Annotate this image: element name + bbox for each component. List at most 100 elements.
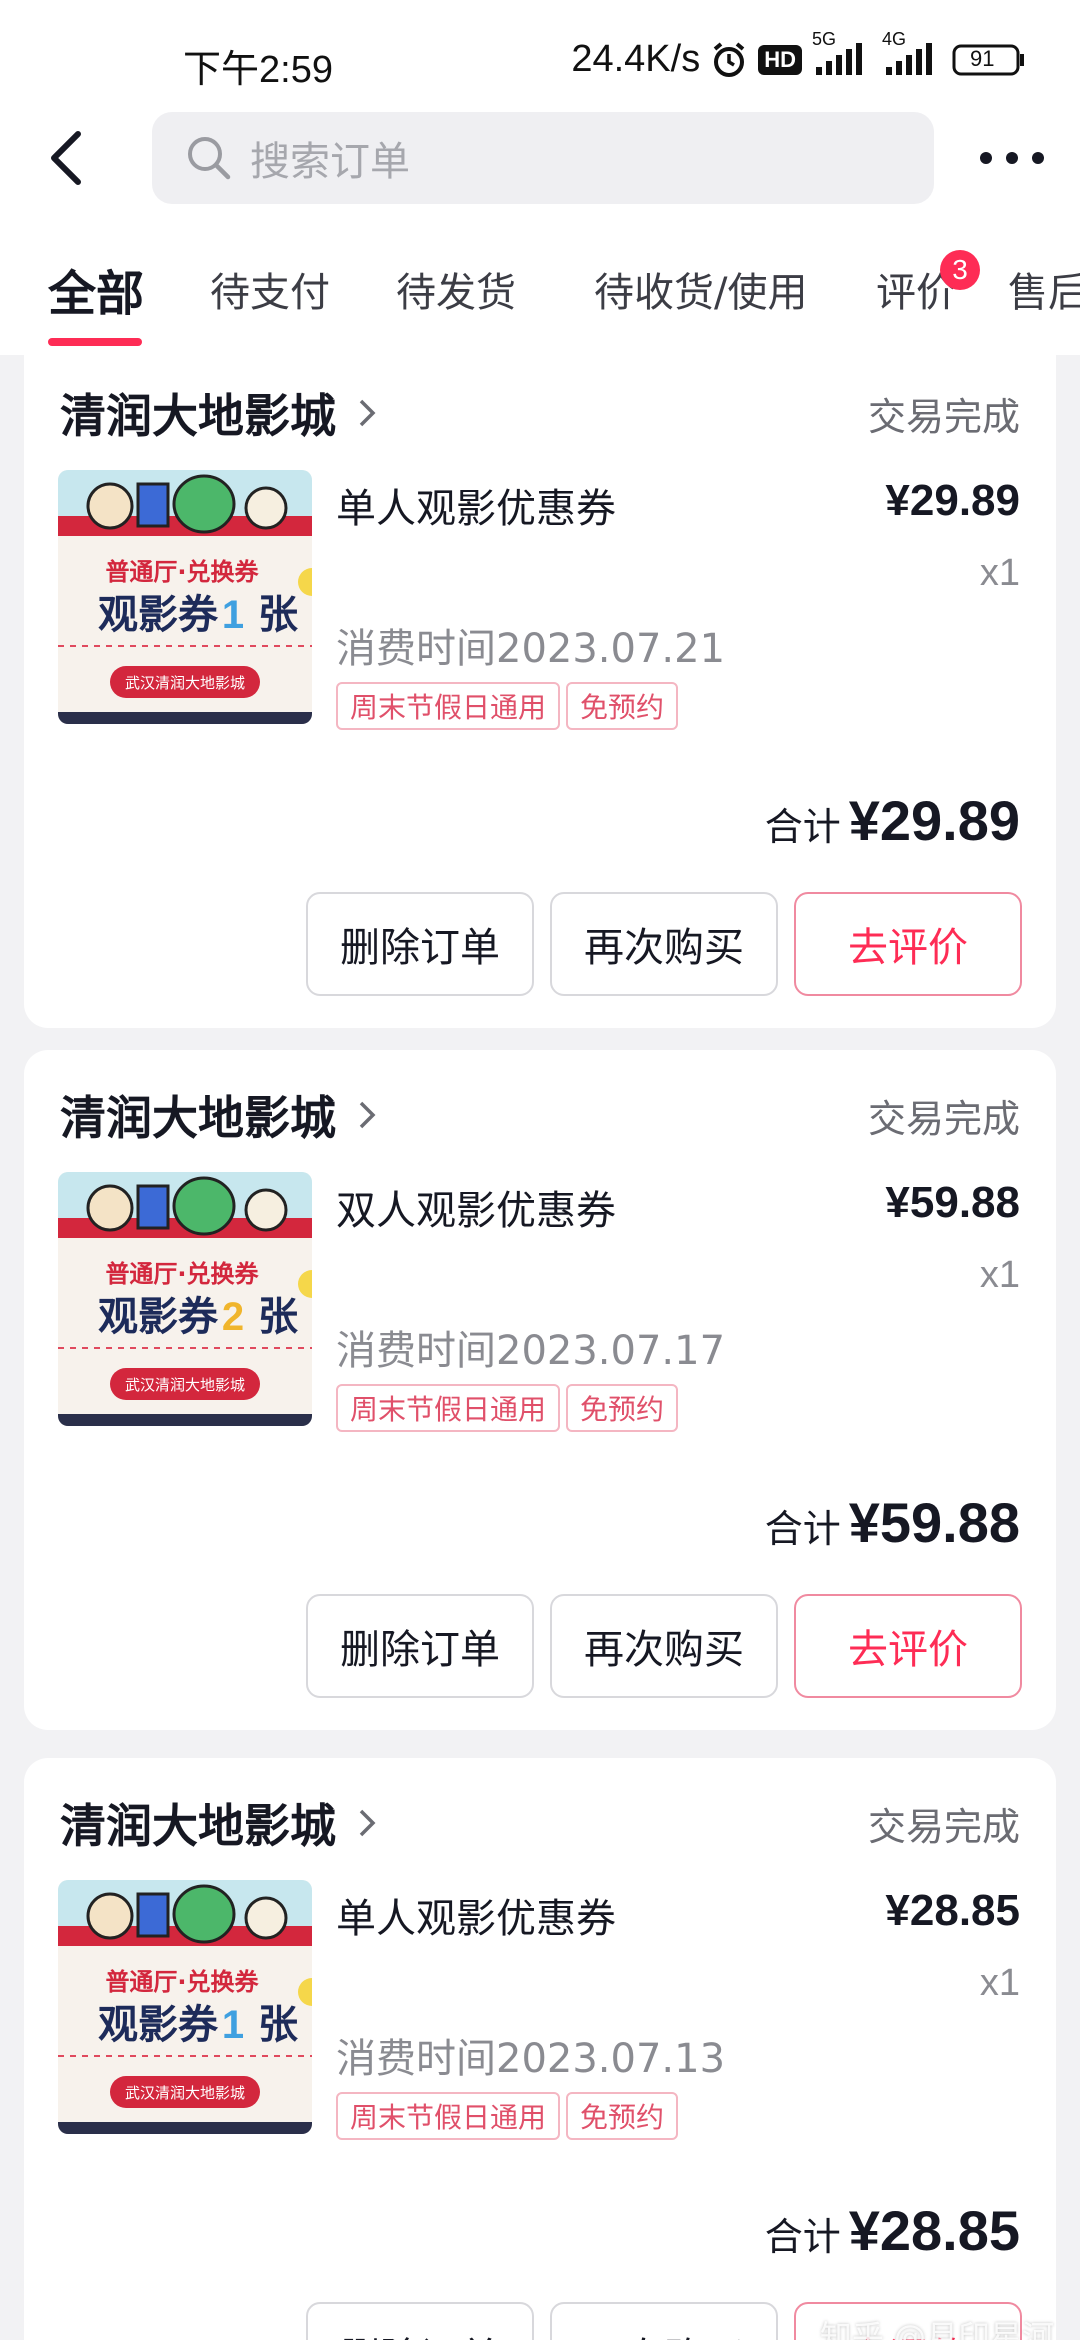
thumb-cinema: 武汉清润大地影城 xyxy=(125,2084,245,2102)
consume-time: 消费时间2023.07.21 xyxy=(336,626,726,672)
tab-pending-payment[interactable]: 待支付 xyxy=(210,260,330,318)
total-value: ¥29.89 xyxy=(848,789,1020,852)
order-actions: 删除订单 再次购买 去评价 xyxy=(306,1594,1022,1698)
buy-again-button[interactable]: 再次购买 xyxy=(550,892,778,996)
order-status: 交易完成 xyxy=(867,1805,1020,1849)
unit-price: ¥29.89 xyxy=(885,476,1020,525)
network-speed: 24.4K/s xyxy=(571,38,701,80)
thumb-line1: 普通厅·兑换券 xyxy=(105,1260,259,1288)
thumb-line2: 观影券 xyxy=(98,1294,219,1340)
order-card[interactable]: 清润大地影城 交易完成 普通厅·兑换券 观影券 1 张 武汉清润大地影城 单人观… xyxy=(24,1758,1056,2340)
total-label: 合计 xyxy=(764,805,841,849)
order-tabs: 全部 待支付 待发货 待收货/使用 评价 3 售后 xyxy=(0,250,1080,350)
total-label: 合计 xyxy=(764,1507,841,1551)
more-options-button[interactable] xyxy=(980,140,1044,176)
thumb-num: 1 xyxy=(222,2003,244,2047)
status-time: 下午2:59 xyxy=(183,49,333,91)
thumb-cinema: 武汉清润大地影城 xyxy=(125,1376,245,1394)
shop-name: 清润大地影城 xyxy=(60,1091,336,1145)
tag-no-reservation: 免预约 xyxy=(566,1384,679,1432)
product-tags: 周末节假日通用 免预约 xyxy=(336,2092,679,2140)
alarm-icon xyxy=(710,41,748,79)
more-dot-icon xyxy=(980,152,992,164)
unit-price: ¥59.88 xyxy=(885,1178,1020,1227)
product-name[interactable]: 单人观影优惠券 xyxy=(336,1886,616,1944)
shop-name: 清润大地影城 xyxy=(60,389,336,443)
buy-again-button[interactable]: 再次购买 xyxy=(550,2302,778,2340)
total-value: ¥28.85 xyxy=(848,2199,1020,2262)
shop-name: 清润大地影城 xyxy=(60,1799,336,1853)
total-label: 合计 xyxy=(764,2215,841,2259)
product-thumbnail[interactable]: 普通厅·兑换券 观影券 2 张 武汉清润大地影城 xyxy=(58,1172,312,1426)
chevron-right-icon xyxy=(359,1101,376,1129)
battery-icon: 91 xyxy=(952,44,1026,76)
signal-4g-label: 4G xyxy=(882,28,907,49)
review-button[interactable]: 去评价 xyxy=(794,1594,1022,1698)
thumb-unit: 张 xyxy=(258,2002,298,2048)
signal-4g-icon: 4G xyxy=(882,29,942,77)
product-tags: 周末节假日通用 免预约 xyxy=(336,1384,679,1432)
thumb-unit: 张 xyxy=(258,1294,298,1340)
order-total: 合计 ¥29.89 xyxy=(765,788,1020,853)
thumb-line2: 观影券 xyxy=(98,592,219,638)
consume-time: 消费时间2023.07.13 xyxy=(336,2036,726,2082)
delete-order-button[interactable]: 删除订单 xyxy=(306,1594,534,1698)
tab-pending-receipt[interactable]: 待收货/使用 xyxy=(594,260,807,318)
shop-link[interactable]: 清润大地影城 xyxy=(60,380,384,446)
active-tab-indicator xyxy=(48,338,142,346)
total-value: ¥59.88 xyxy=(848,1491,1020,1554)
review-button[interactable]: 去评价 xyxy=(794,892,1022,996)
order-card[interactable]: 清润大地影城 交易完成 普通厅·兑换券 观影券 2 张 武汉清润大地影城 双人观… xyxy=(24,1050,1056,1730)
delete-order-button[interactable]: 删除订单 xyxy=(306,892,534,996)
thumb-line1: 普通厅·兑换券 xyxy=(105,558,259,586)
status-bar: 下午2:59 24.4K/s HD 5G 4G 91 xyxy=(0,29,1080,91)
product-name[interactable]: 双人观影优惠券 xyxy=(336,1178,616,1236)
thumb-num: 2 xyxy=(222,1295,244,1339)
tag-holiday: 周末节假日通用 xyxy=(336,2092,561,2140)
hd-icon: HD xyxy=(758,44,802,75)
status-icons: 24.4K/s HD 5G 4G 91 xyxy=(571,29,1026,81)
search-placeholder: 搜索订单 xyxy=(250,139,410,185)
order-status: 交易完成 xyxy=(867,1097,1020,1141)
thumb-unit: 张 xyxy=(258,592,298,638)
signal-5g-label: 5G xyxy=(812,28,837,49)
chevron-right-icon xyxy=(359,1809,376,1837)
order-card[interactable]: 清润大地影城 交易完成 普通厅·兑换券 观影券 1 张 武汉清润大地影城 单人观… xyxy=(24,348,1056,1028)
tag-no-reservation: 免预约 xyxy=(566,682,679,730)
order-status: 交易完成 xyxy=(867,395,1020,439)
unit-price: ¥28.85 xyxy=(885,1886,1020,1935)
tag-holiday: 周末节假日通用 xyxy=(336,1384,561,1432)
watermark: 知乎 @月印星河 xyxy=(819,2318,1054,2340)
nav-row: 搜索订单 xyxy=(0,110,1080,205)
thumb-line2: 观影券 xyxy=(98,2002,219,2048)
order-total: 合计 ¥28.85 xyxy=(765,2198,1020,2263)
order-actions: 删除订单 再次购买 去评价 xyxy=(306,892,1022,996)
search-icon xyxy=(188,137,231,180)
product-tags: 周末节假日通用 免预约 xyxy=(336,682,679,730)
delete-order-button[interactable]: 删除订单 xyxy=(306,2302,534,2340)
signal-5g-icon: 5G xyxy=(812,29,872,77)
buy-again-button[interactable]: 再次购买 xyxy=(550,1594,778,1698)
shop-link[interactable]: 清润大地影城 xyxy=(60,1082,384,1148)
top-bar: 下午2:59 24.4K/s HD 5G 4G 91 搜索订单 全部 待支付 待… xyxy=(0,0,1080,355)
tag-holiday: 周末节假日通用 xyxy=(336,682,561,730)
tag-no-reservation: 免预约 xyxy=(566,2092,679,2140)
product-name[interactable]: 单人观影优惠券 xyxy=(336,476,616,534)
thumb-line1: 普通厅·兑换券 xyxy=(105,1968,259,1996)
product-thumbnail[interactable]: 普通厅·兑换券 观影券 1 张 武汉清润大地影城 xyxy=(58,470,312,724)
order-total: 合计 ¥59.88 xyxy=(765,1490,1020,1555)
more-dot-icon xyxy=(1032,152,1044,164)
product-thumbnail[interactable]: 普通厅·兑换券 观影券 1 张 武汉清润大地影城 xyxy=(58,1880,312,2134)
tab-all[interactable]: 全部 xyxy=(48,254,144,324)
battery-level: 91 xyxy=(970,45,995,71)
back-arrow-icon xyxy=(51,131,81,185)
shop-link[interactable]: 清润大地影城 xyxy=(60,1790,384,1856)
tab-pending-shipment[interactable]: 待发货 xyxy=(396,260,516,318)
quantity: x1 xyxy=(979,1962,1020,2004)
back-button[interactable] xyxy=(40,128,100,188)
more-dot-icon xyxy=(1006,152,1018,164)
tab-after-sales[interactable]: 售后 xyxy=(1008,260,1080,318)
consume-time: 消费时间2023.07.17 xyxy=(336,1328,726,1374)
quantity: x1 xyxy=(979,552,1020,594)
search-input[interactable]: 搜索订单 xyxy=(152,112,934,204)
